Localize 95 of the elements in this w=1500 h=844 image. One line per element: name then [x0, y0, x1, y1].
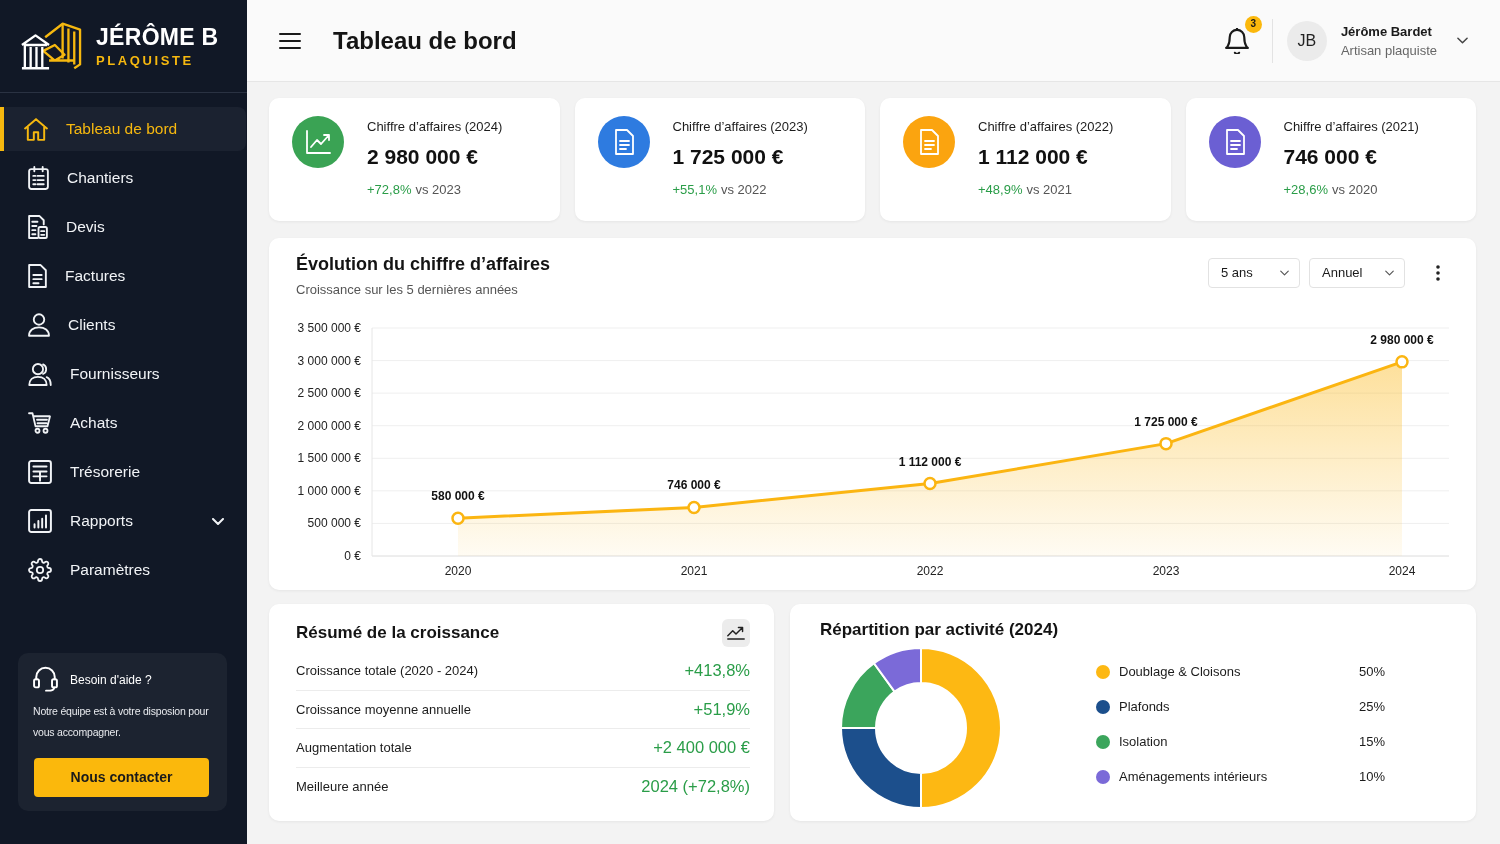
contact-button[interactable]: Nous contacter — [34, 758, 209, 797]
metric-label: Croissance totale (2020 - 2024) — [296, 662, 479, 680]
sidebar-item[interactable]: Paramètres — [0, 548, 246, 592]
sidebar-item[interactable]: Fournisseurs — [0, 352, 246, 396]
sidebar-item[interactable]: Trésorerie — [0, 450, 246, 494]
change-percent: +72,8% — [367, 181, 412, 199]
card-title: Résumé de la croissance — [296, 622, 500, 645]
more-icon[interactable] — [1436, 265, 1440, 281]
metric-value: +2 400 000 € — [653, 737, 750, 759]
table-icon — [28, 460, 52, 484]
y-axis-label: 1 000 000 € — [297, 483, 361, 498]
headset-icon — [33, 666, 58, 693]
legend-value: 25% — [1358, 697, 1385, 716]
sidebar-item[interactable]: Clients — [0, 303, 246, 347]
data-label: 1 725 000 € — [1134, 414, 1198, 429]
metric-label: Meilleure année — [296, 778, 389, 796]
user-role: Artisan plaquiste — [1340, 41, 1437, 60]
y-axis-label: 2 500 000 € — [297, 386, 361, 401]
document-calculator-icon — [28, 215, 48, 239]
interval-select[interactable]: Annuel — [1309, 258, 1405, 288]
y-axis-label: 0 € — [344, 549, 361, 563]
legend-label: Doublage & Cloisons — [1119, 662, 1242, 681]
metric-value: +51,9% — [693, 698, 750, 720]
x-axis-label: 2021 — [680, 564, 708, 578]
x-axis-label: 2024 — [1388, 564, 1416, 578]
help-text: Notre équipe est à votre disposion pour vous accompagner. — [33, 704, 210, 740]
change-percent: +55,1% — [672, 181, 717, 199]
chevron-down-icon[interactable] — [1457, 37, 1468, 44]
sidebar-item[interactable]: Factures — [0, 254, 246, 298]
metric-value: 2024 (+72,8%) — [641, 776, 750, 798]
notification-bell-icon[interactable] — [1223, 27, 1250, 54]
stat-value: 746 000 € — [1283, 144, 1378, 170]
brand-name: JÉRÔME B — [96, 23, 219, 50]
user-avatar: JB — [1286, 20, 1327, 61]
comparison-text: vs 2021 — [1026, 181, 1072, 199]
data-label: 746 000 € — [667, 478, 721, 493]
period-select[interactable]: 5 ans — [1208, 258, 1300, 288]
trend-up-icon — [727, 625, 745, 641]
settings-icon — [28, 558, 52, 582]
chevron-down-icon — [1280, 270, 1289, 276]
clipboard-list-icon — [28, 166, 49, 190]
user-name: Jérôme Bardet — [1340, 22, 1433, 41]
document-icon — [28, 264, 47, 288]
comparison-text: vs 2022 — [720, 181, 767, 199]
user-icon — [28, 313, 50, 337]
stat-value: 1 112 000 € — [978, 144, 1089, 170]
stat-label: Chiffre d’affaires (2021) — [1283, 118, 1419, 136]
comparison-text: vs 2020 — [1331, 181, 1378, 199]
home-icon — [24, 117, 48, 141]
y-axis-label: 3 000 000 € — [297, 353, 361, 368]
stat-label: Chiffre d’affaires (2023) — [672, 118, 808, 136]
change-percent: +48,9% — [978, 181, 1023, 199]
y-axis-label: 1 500 000 € — [297, 451, 361, 466]
chart-title: Évolution du chiffre d’affaires — [296, 253, 551, 275]
data-label: 1 112 000 € — [898, 454, 962, 469]
x-axis-label: 2020 — [444, 564, 472, 578]
page-title: Tableau de bord — [333, 25, 517, 56]
stat-value: 1 725 000 € — [672, 144, 785, 170]
metric-value: +413,8% — [684, 660, 750, 682]
sidebar-item[interactable]: Chantiers — [0, 156, 246, 200]
chevron-down-icon — [1385, 270, 1394, 276]
card-title: Répartition par activité (2024) — [820, 619, 1060, 641]
users-icon — [28, 362, 52, 386]
legend-label: Aménagements intérieurs — [1119, 767, 1269, 786]
change-percent: +28,6% — [1283, 181, 1328, 199]
legend-value: 10% — [1358, 767, 1385, 786]
brand-tagline: PLAQUISTE — [96, 52, 195, 69]
data-label: 580 000 € — [431, 489, 485, 504]
legend-value: 15% — [1358, 732, 1385, 751]
y-axis-label: 3 500 000 € — [297, 321, 361, 335]
legend-value: 50% — [1358, 662, 1385, 681]
x-axis-label: 2022 — [916, 564, 944, 578]
legend-label: Isolation — [1119, 732, 1169, 751]
bar-chart-icon — [28, 509, 52, 533]
y-axis-label: 500 000 € — [307, 516, 361, 531]
sidebar-item[interactable]: Devis — [0, 205, 246, 249]
comparison-text: vs 2023 — [415, 181, 461, 199]
help-title: Besoin d'aide ? — [70, 671, 152, 689]
cart-icon — [28, 412, 52, 434]
stat-value: 2 980 000 € — [367, 144, 479, 170]
notification-count: 3 — [1244, 15, 1262, 33]
metric-label: Croissance moyenne annuelle — [296, 700, 471, 719]
data-label: 2 980 000 € — [1370, 332, 1434, 347]
metric-label: Augmentation totale — [296, 739, 412, 757]
chart-subtitle: Croissance sur les 5 dernières années — [296, 281, 519, 299]
sidebar-item[interactable]: Tableau de bord — [0, 107, 246, 151]
x-axis-label: 2023 — [1152, 564, 1180, 578]
sidebar-item[interactable]: Rapports — [0, 499, 246, 543]
y-axis-label: 2 000 000 € — [297, 418, 361, 433]
legend-label: Plafonds — [1119, 697, 1171, 716]
sidebar-item[interactable]: Achats — [0, 401, 246, 445]
stat-label: Chiffre d’affaires (2022) — [978, 118, 1114, 136]
stat-label: Chiffre d’affaires (2024) — [367, 118, 503, 136]
chart-button[interactable] — [722, 619, 750, 647]
menu-icon[interactable] — [279, 32, 301, 49]
